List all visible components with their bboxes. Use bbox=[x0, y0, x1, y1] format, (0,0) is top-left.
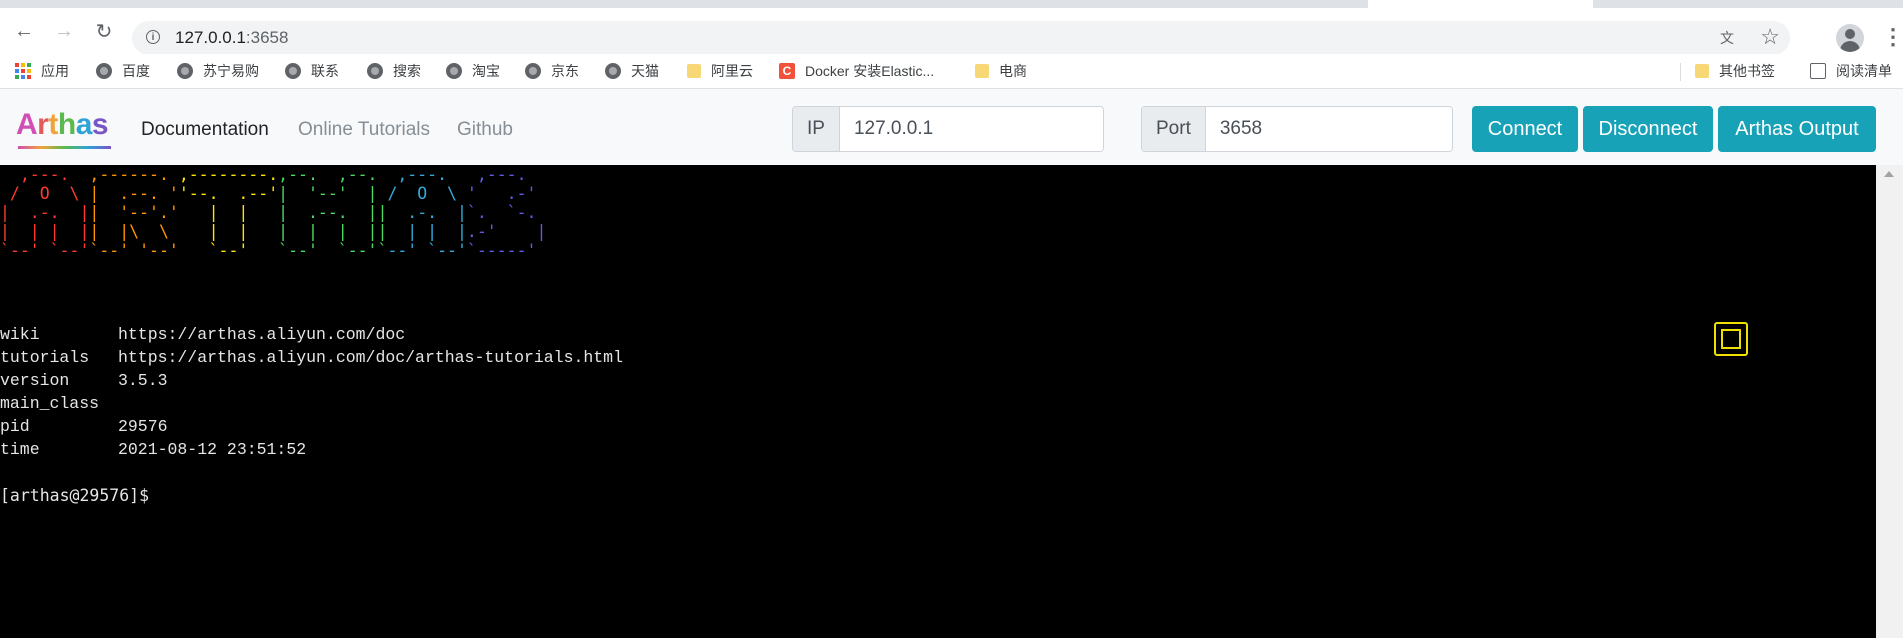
globe-icon bbox=[605, 63, 621, 79]
folder-icon bbox=[1695, 64, 1709, 78]
profile-avatar-icon[interactable] bbox=[1836, 24, 1864, 52]
logo-underline bbox=[18, 146, 111, 149]
bookmark-aliyun[interactable]: 阿里云 bbox=[687, 54, 753, 88]
terminal[interactable]: ,---. ,------. ,--------.,--. ,--. ,---.… bbox=[0, 165, 1876, 638]
port-input-group: Port bbox=[1141, 106, 1453, 152]
info-row: version 3.5.3 bbox=[0, 371, 168, 390]
bookmark-reading-list[interactable]: 阅读清单 bbox=[1810, 54, 1892, 88]
globe-icon bbox=[446, 63, 462, 79]
bookmark-tmall[interactable]: 天猫 bbox=[605, 54, 659, 88]
ip-input[interactable] bbox=[839, 107, 1103, 151]
terminal-prompt[interactable]: [arthas@29576]$ bbox=[0, 484, 149, 507]
info-row: time 2021-08-12 23:51:52 bbox=[0, 440, 307, 459]
arthas-ascii-banner: ,---. ,------. ,--------.,--. ,--. ,---.… bbox=[0, 165, 547, 260]
url-text[interactable]: 127.0.0.1:3658 bbox=[175, 28, 288, 48]
ip-label: IP bbox=[793, 107, 840, 151]
folder-icon bbox=[975, 64, 989, 78]
scroll-up-arrow-icon[interactable] bbox=[1884, 171, 1894, 177]
active-tab[interactable] bbox=[1368, 0, 1593, 8]
ip-input-group: IP bbox=[792, 106, 1104, 152]
bookmark-ecommerce[interactable]: 电商 bbox=[975, 54, 1027, 88]
bookmark-other[interactable]: 其他书签 bbox=[1695, 54, 1775, 88]
bookmark-baidu[interactable]: 百度 bbox=[96, 54, 150, 88]
arthas-navbar: Arthas Documentation Online Tutorials Gi… bbox=[0, 89, 1903, 165]
bookmark-docker[interactable]: C Docker 安装Elastic... bbox=[779, 54, 934, 88]
browser-menu-icon[interactable]: ⋮ bbox=[1882, 24, 1903, 54]
bookmark-star-icon[interactable]: ☆ bbox=[1760, 24, 1780, 50]
globe-icon bbox=[177, 63, 193, 79]
apps-grid-icon bbox=[15, 63, 31, 79]
bookmark-search[interactable]: 搜索 bbox=[367, 54, 421, 88]
folder-icon bbox=[687, 64, 701, 78]
nav-github[interactable]: Github bbox=[457, 119, 513, 141]
arthas-output-button[interactable]: Arthas Output bbox=[1718, 106, 1876, 152]
page-scrollbar[interactable] bbox=[1876, 165, 1903, 638]
fullscreen-icon[interactable] bbox=[1714, 322, 1748, 356]
terminal-info-block: wiki https://arthas.aliyun.com/doc tutori… bbox=[0, 323, 623, 461]
connect-button[interactable]: Connect bbox=[1472, 106, 1578, 152]
globe-icon bbox=[525, 63, 541, 79]
site-info-icon[interactable]: i bbox=[146, 30, 160, 44]
port-label: Port bbox=[1142, 107, 1206, 151]
reload-icon[interactable]: ↻ bbox=[89, 16, 119, 46]
browser-toolbar: ← → ↻ i 127.0.0.1:3658 文 ☆ ⋮ bbox=[0, 8, 1903, 55]
c-icon: C bbox=[779, 63, 795, 79]
bookmark-apps[interactable]: 应用 bbox=[15, 54, 69, 88]
info-row: tutorials https://arthas.aliyun.com/doc/a… bbox=[0, 348, 623, 367]
translate-icon[interactable]: 文 bbox=[1720, 28, 1740, 48]
bookmark-jd[interactable]: 京东 bbox=[525, 54, 579, 88]
tab-strip bbox=[0, 0, 1903, 8]
globe-icon bbox=[285, 63, 301, 79]
disconnect-button[interactable]: Disconnect bbox=[1583, 106, 1713, 152]
info-row: main_class bbox=[0, 394, 100, 413]
forward-icon[interactable]: → bbox=[49, 16, 79, 46]
nav-online-tutorials[interactable]: Online Tutorials bbox=[298, 119, 430, 141]
info-row: wiki https://arthas.aliyun.com/doc bbox=[0, 325, 406, 344]
reading-list-icon bbox=[1810, 63, 1826, 79]
port-input[interactable] bbox=[1205, 107, 1452, 151]
arthas-logo[interactable]: Arthas bbox=[16, 108, 109, 142]
bookmarks-divider bbox=[1680, 63, 1681, 81]
address-bar[interactable]: i 127.0.0.1:3658 文 ☆ bbox=[132, 21, 1790, 55]
info-row: pid 29576 bbox=[0, 417, 168, 436]
bookmark-suning[interactable]: 苏宁易购 bbox=[177, 54, 259, 88]
globe-icon bbox=[96, 63, 112, 79]
nav-documentation[interactable]: Documentation bbox=[141, 119, 269, 141]
back-icon[interactable]: ← bbox=[9, 16, 39, 46]
bookmarks-bar: 应用 百度 苏宁易购 联系 搜索 淘宝 京东 天猫 阿里云 C Docker 安装… bbox=[0, 54, 1903, 89]
bookmark-taobao[interactable]: 淘宝 bbox=[446, 54, 500, 88]
bookmark-contact[interactable]: 联系 bbox=[285, 54, 339, 88]
globe-icon bbox=[367, 63, 383, 79]
